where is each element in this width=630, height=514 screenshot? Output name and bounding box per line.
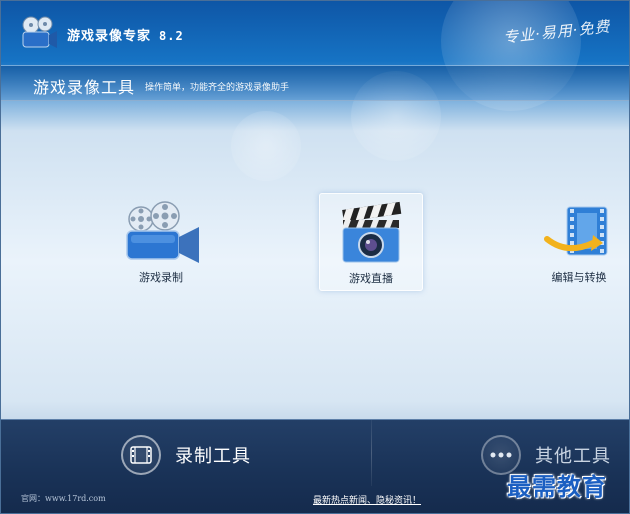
tool-label: 游戏录制 xyxy=(139,271,183,284)
tool-game-live[interactable]: 游戏直播 xyxy=(319,193,423,291)
section-title: 游戏录像工具 xyxy=(33,78,136,97)
bokeh-decoration xyxy=(231,111,301,181)
section-header: 游戏录像工具 操作简单，功能齐全的游戏录像助手 xyxy=(1,65,629,101)
official-site-text: 官网：www.17rd.com xyxy=(21,494,106,503)
tool-label: 编辑与转换 xyxy=(551,271,607,284)
tool-game-record[interactable]: 游戏录制 xyxy=(109,193,213,291)
film-convert-icon xyxy=(544,206,608,256)
clapperboard-camera-icon xyxy=(341,201,402,263)
section-subtitle: 操作简单，功能齐全的游戏录像助手 xyxy=(145,83,290,93)
film-camera-logo-icon xyxy=(22,16,57,48)
tool-label: 游戏直播 xyxy=(349,272,393,285)
app-title: 游戏录像专家 8.2 xyxy=(67,25,184,44)
tool-edit-convert[interactable]: 编辑与转换 xyxy=(527,193,629,291)
app-version: 8.2 xyxy=(159,29,184,43)
app-window: 游戏录像专家 8.2 专业·易用·免费 游戏录像工具 操作简单，功能齐全的游戏录像… xyxy=(0,0,630,514)
watermark: 最需教育 xyxy=(507,472,607,501)
title-bar: 游戏录像专家 8.2 专业·易用·免费 xyxy=(1,1,629,65)
record-tools-label: 录制工具 xyxy=(175,446,251,467)
record-tools-button[interactable]: 录制工具 xyxy=(121,430,251,480)
slogan: 专业·易用·免费 xyxy=(502,17,612,47)
film-strip-icon xyxy=(121,435,161,475)
other-tools-label: 其他工具 xyxy=(535,446,611,467)
toolbar-divider xyxy=(371,420,372,486)
news-link[interactable]: 最新热点新闻、隐秘资讯！ xyxy=(313,493,421,506)
film-camera-icon xyxy=(126,201,199,263)
app-name: 游戏录像专家 xyxy=(67,29,152,44)
